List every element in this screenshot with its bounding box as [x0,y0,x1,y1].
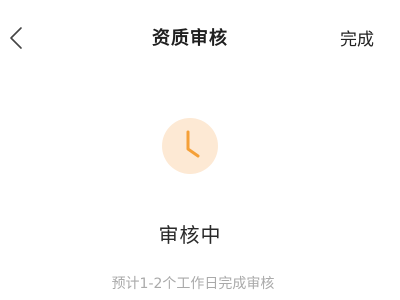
done-button[interactable]: 完成 [340,25,374,50]
review-time-hint: 预计1-2个工作日完成审核 [111,276,275,292]
review-status-label: 审核中 [158,223,222,247]
navigation-bar: 资质审核 完成 [0,0,400,72]
clock-icon [162,118,218,174]
page-title: 资质审核 [152,28,228,49]
